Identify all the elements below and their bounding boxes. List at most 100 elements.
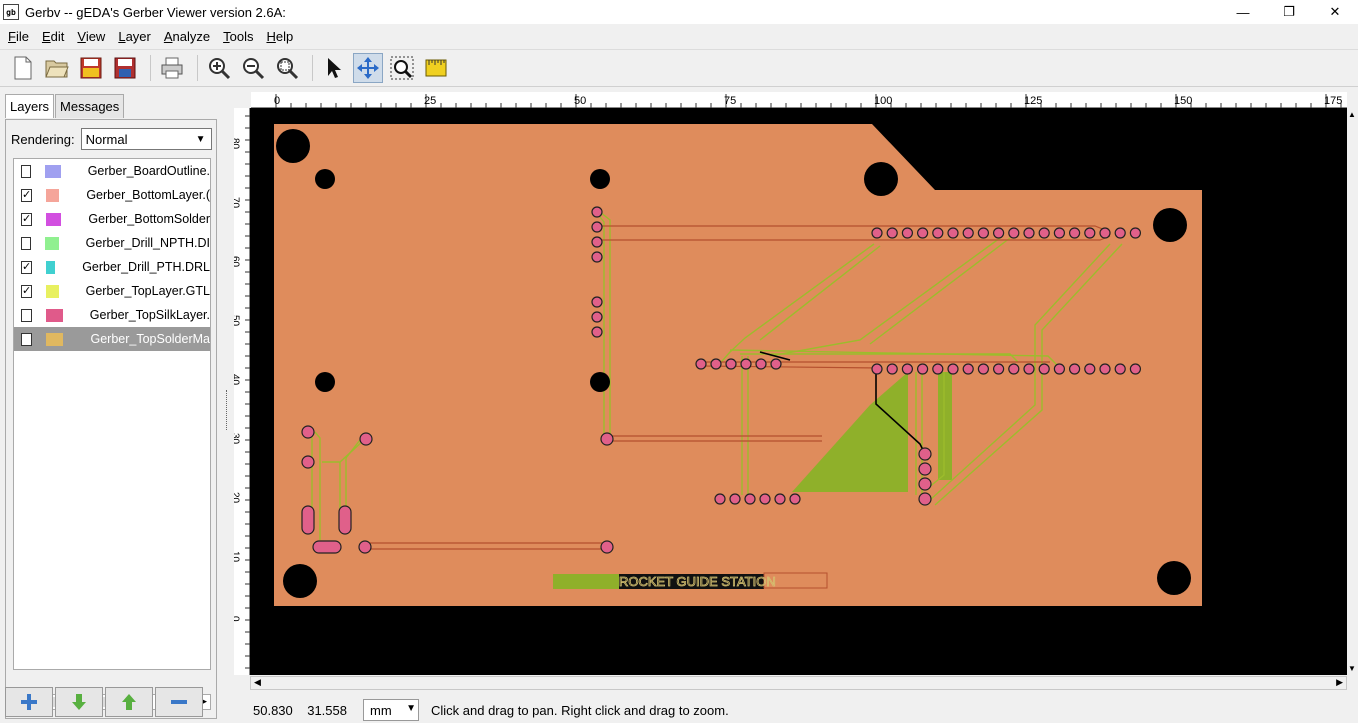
scroll-left-icon[interactable]: ◀: [254, 677, 261, 688]
maximize-button[interactable]: ❐: [1266, 0, 1312, 24]
canvas-vertical-scrollbar[interactable]: ▲ ▼: [1347, 108, 1358, 675]
layer-row[interactable]: ✓ Gerber_Drill_PTH.DRL: [14, 255, 210, 279]
menu-label: nalyze: [172, 28, 211, 44]
menu-edit[interactable]: Edit: [37, 29, 69, 44]
layer-row[interactable]: ✓ Gerber_TopLayer.GTL: [14, 279, 210, 303]
pointer-tool-button[interactable]: [319, 53, 349, 83]
layer-color-swatch[interactable]: [46, 212, 62, 226]
layer-color-swatch[interactable]: [44, 236, 59, 250]
measure-tool-icon: [425, 59, 447, 77]
chevron-down-icon: ▼: [406, 703, 416, 714]
pad: [962, 227, 974, 239]
ruler-label: 30: [234, 433, 241, 445]
layer-row[interactable]: Gerber_TopSolderMa: [14, 327, 210, 351]
pad: [871, 227, 883, 239]
panel-splitter-handle[interactable]: [226, 390, 229, 430]
layer-color-swatch[interactable]: [46, 284, 59, 298]
ruler-label: 150: [1174, 95, 1192, 107]
layer-color-swatch[interactable]: [46, 308, 63, 322]
menu-help[interactable]: Help: [261, 29, 298, 44]
measure-tool-button[interactable]: [421, 53, 451, 83]
menu-layer[interactable]: Layer: [113, 29, 156, 44]
pad: [918, 447, 932, 461]
zoom-tool-button[interactable]: [387, 53, 417, 83]
new-button[interactable]: [8, 53, 38, 83]
pad: [591, 296, 603, 308]
toolbar-separator: [197, 55, 198, 81]
pad: [932, 363, 944, 375]
layer-visibility-checkbox[interactable]: [21, 308, 33, 322]
rendering-row: Rendering: Normal ▼: [11, 128, 212, 150]
cursor-x: 50.830: [253, 702, 293, 718]
gerber-canvas[interactable]: ROCKET GUIDE STATION: [250, 108, 1347, 675]
menu-view[interactable]: View: [72, 29, 110, 44]
rendering-select[interactable]: Normal ▼: [80, 128, 212, 150]
copper-fill-zone: [938, 372, 952, 480]
save-button[interactable]: [110, 53, 140, 83]
vertical-ruler-ticks: 80 70 60 50 40 30 20 10 0: [230, 115, 250, 669]
layer-row[interactable]: ✓ Gerber_BottomLayer.(: [14, 183, 210, 207]
revert-button[interactable]: [76, 53, 106, 83]
layer-color-swatch[interactable]: [45, 164, 61, 178]
minimize-button[interactable]: —: [1220, 0, 1266, 24]
zoom-fit-button[interactable]: [272, 53, 302, 83]
vertical-ruler: 80 70 60 50 40 30 20 10 0: [230, 108, 250, 675]
layer-row[interactable]: Gerber_BoardOutline.: [14, 159, 210, 183]
layer-visibility-checkbox[interactable]: [21, 164, 32, 178]
scroll-up-icon[interactable]: ▲: [1348, 110, 1356, 119]
layer-color-swatch[interactable]: [46, 188, 60, 202]
pad: [1099, 227, 1111, 239]
pad: [1114, 363, 1126, 375]
menu-label: iew: [85, 28, 106, 44]
zoom-out-button[interactable]: [238, 53, 268, 83]
layer-visibility-checkbox[interactable]: ✓: [21, 284, 33, 298]
pad: [770, 358, 782, 370]
new-icon: [14, 56, 32, 80]
scroll-down-icon[interactable]: ▼: [1348, 664, 1356, 673]
layer-visibility-checkbox[interactable]: ✓: [21, 212, 33, 226]
zoom-fit-icon: [277, 58, 299, 80]
close-button[interactable]: ✕: [1312, 0, 1358, 24]
layer-name: Gerber_TopLayer.GTL: [85, 284, 210, 298]
pad: [744, 493, 756, 505]
pad: [591, 236, 603, 248]
layer-visibility-checkbox[interactable]: ✓: [21, 188, 33, 202]
pad: [358, 540, 372, 554]
unit-select[interactable]: mm ▼: [363, 699, 419, 721]
menu-tools[interactable]: Tools: [218, 29, 258, 44]
rendering-value: Normal: [85, 131, 128, 147]
layer-row[interactable]: Gerber_Drill_NPTH.DI: [14, 231, 210, 255]
pad: [729, 493, 741, 505]
ruler-label: 80: [234, 138, 241, 150]
tab-messages[interactable]: Messages: [55, 94, 125, 118]
pad: [1099, 363, 1111, 375]
layer-row[interactable]: ✓ Gerber_BottomSolder: [14, 207, 210, 231]
layer-color-swatch[interactable]: [46, 332, 64, 346]
menu-label: dit: [50, 28, 65, 44]
layer-visibility-checkbox[interactable]: [21, 332, 33, 346]
menu-label: ools: [229, 28, 254, 44]
pad: [1129, 363, 1142, 375]
canvas-horizontal-scrollbar[interactable]: ◀ ▶: [250, 676, 1347, 690]
menu-file[interactable]: File: [3, 29, 34, 44]
pad: [774, 493, 786, 505]
layer-visibility-checkbox[interactable]: [21, 236, 31, 250]
ruler-label: 50: [574, 95, 586, 107]
layer-color-swatch[interactable]: [46, 260, 56, 274]
pad: [301, 455, 315, 469]
tab-layers[interactable]: Layers: [5, 94, 55, 118]
ruler-label: 20: [234, 492, 241, 504]
open-button[interactable]: [42, 53, 72, 83]
pointer-tool-icon: [328, 58, 341, 78]
print-icon: [161, 57, 183, 79]
layer-row[interactable]: Gerber_TopSilkLayer.: [14, 303, 210, 327]
scroll-right-icon[interactable]: ▶: [1336, 677, 1343, 688]
print-button[interactable]: [157, 53, 187, 83]
layer-visibility-checkbox[interactable]: ✓: [21, 260, 33, 274]
pan-tool-button[interactable]: [353, 53, 383, 83]
menu-analyze[interactable]: Analyze: [159, 29, 215, 44]
layer-name: Gerber_BoardOutline.: [87, 164, 210, 178]
zoom-in-button[interactable]: [204, 53, 234, 83]
menu-mnemonic: F: [8, 28, 16, 44]
pad: [932, 227, 944, 239]
